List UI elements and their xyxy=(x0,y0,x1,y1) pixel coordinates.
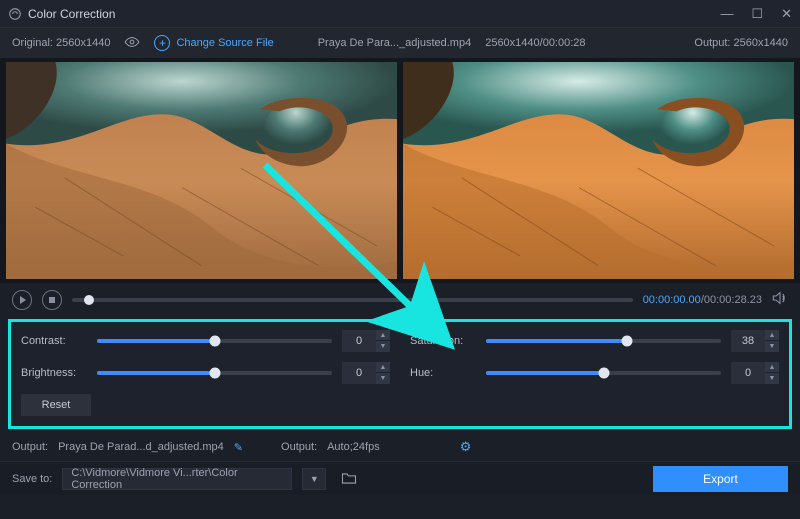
output-row: Output: Praya De Parad...d_adjusted.mp4 … xyxy=(0,433,800,461)
brightness-value: 0 xyxy=(342,367,376,379)
contrast-slider[interactable] xyxy=(97,339,332,343)
hue-value: 0 xyxy=(731,367,765,379)
save-row: Save to: C:\Vidmore\Vidmore Vi...rter\Co… xyxy=(0,461,800,495)
saturation-value-box[interactable]: 38 ▲▼ xyxy=(731,330,779,352)
play-button[interactable] xyxy=(12,290,32,310)
app-title: Color Correction xyxy=(28,7,115,21)
maximize-button[interactable]: ☐ xyxy=(751,6,763,22)
plus-icon: + xyxy=(154,35,170,51)
window-controls: — ☐ ✕ xyxy=(720,6,792,22)
save-path-dropdown[interactable]: ▼ xyxy=(302,468,326,490)
close-button[interactable]: ✕ xyxy=(781,6,792,22)
transport-bar: 00:00:00.00/00:00:28.23 xyxy=(0,283,800,317)
change-source-label: Change Source File xyxy=(176,37,273,49)
contrast-step-down[interactable]: ▼ xyxy=(376,341,390,352)
contrast-label: Contrast: xyxy=(21,335,87,347)
change-source-button[interactable]: + Change Source File xyxy=(154,35,273,51)
source-meta: 2560x1440/00:00:28 xyxy=(485,37,585,49)
preview-area xyxy=(0,58,800,283)
export-button[interactable]: Export xyxy=(653,466,788,492)
volume-icon[interactable] xyxy=(772,291,788,310)
timeline-slider[interactable] xyxy=(72,298,633,302)
hue-value-box[interactable]: 0 ▲▼ xyxy=(731,362,779,384)
hue-control: Hue: 0 ▲▼ xyxy=(410,362,779,384)
hue-step-down[interactable]: ▼ xyxy=(765,373,779,384)
titlebar: Color Correction — ☐ ✕ xyxy=(0,0,800,28)
brightness-value-box[interactable]: 0 ▲▼ xyxy=(342,362,390,384)
preview-original xyxy=(6,62,397,279)
settings-icon[interactable]: ⚙ xyxy=(460,439,472,455)
saturation-step-up[interactable]: ▲ xyxy=(765,330,779,341)
color-controls-panel: Contrast: 0 ▲▼ Saturation: 38 ▲▼ Brigh xyxy=(8,319,792,429)
hue-step-up[interactable]: ▲ xyxy=(765,362,779,373)
output-res-label: Output: 2560x1440 xyxy=(694,37,788,49)
minimize-button[interactable]: — xyxy=(720,6,733,22)
original-label: Original: 2560x1440 xyxy=(12,37,110,49)
timecode: 00:00:00.00/00:00:28.23 xyxy=(643,294,762,306)
timeline-knob[interactable] xyxy=(84,295,94,305)
contrast-step-up[interactable]: ▲ xyxy=(376,330,390,341)
hue-label: Hue: xyxy=(410,367,476,379)
contrast-control: Contrast: 0 ▲▼ xyxy=(21,330,390,352)
rename-icon[interactable]: ✎ xyxy=(234,441,243,454)
brightness-slider[interactable] xyxy=(97,371,332,375)
reset-button[interactable]: Reset xyxy=(21,394,91,416)
preview-toggle-icon[interactable] xyxy=(124,37,140,50)
app-logo: Color Correction xyxy=(8,7,115,21)
save-to-label: Save to: xyxy=(12,473,52,485)
source-filename: Praya De Para..._adjusted.mp4 xyxy=(318,37,471,49)
output-format-value: Auto;24fps xyxy=(327,441,380,453)
save-path-field[interactable]: C:\Vidmore\Vidmore Vi...rter\Color Corre… xyxy=(62,468,292,490)
contrast-value-box[interactable]: 0 ▲▼ xyxy=(342,330,390,352)
preview-output xyxy=(403,62,794,279)
brightness-label: Brightness: xyxy=(21,367,87,379)
output-file-label: Output: xyxy=(12,441,48,453)
saturation-label: Saturation: xyxy=(410,335,476,347)
info-bar: Original: 2560x1440 + Change Source File… xyxy=(0,28,800,58)
output-file-name: Praya De Parad...d_adjusted.mp4 xyxy=(58,441,224,453)
app-icon xyxy=(8,7,22,21)
brightness-step-down[interactable]: ▼ xyxy=(376,373,390,384)
saturation-slider[interactable] xyxy=(486,339,721,343)
brightness-step-up[interactable]: ▲ xyxy=(376,362,390,373)
hue-slider[interactable] xyxy=(486,371,721,375)
saturation-step-down[interactable]: ▼ xyxy=(765,341,779,352)
stop-button[interactable] xyxy=(42,290,62,310)
open-folder-button[interactable] xyxy=(336,468,362,490)
brightness-control: Brightness: 0 ▲▼ xyxy=(21,362,390,384)
contrast-value: 0 xyxy=(342,335,376,347)
saturation-control: Saturation: 38 ▲▼ xyxy=(410,330,779,352)
output-format-label: Output: xyxy=(281,441,317,453)
saturation-value: 38 xyxy=(731,335,765,347)
